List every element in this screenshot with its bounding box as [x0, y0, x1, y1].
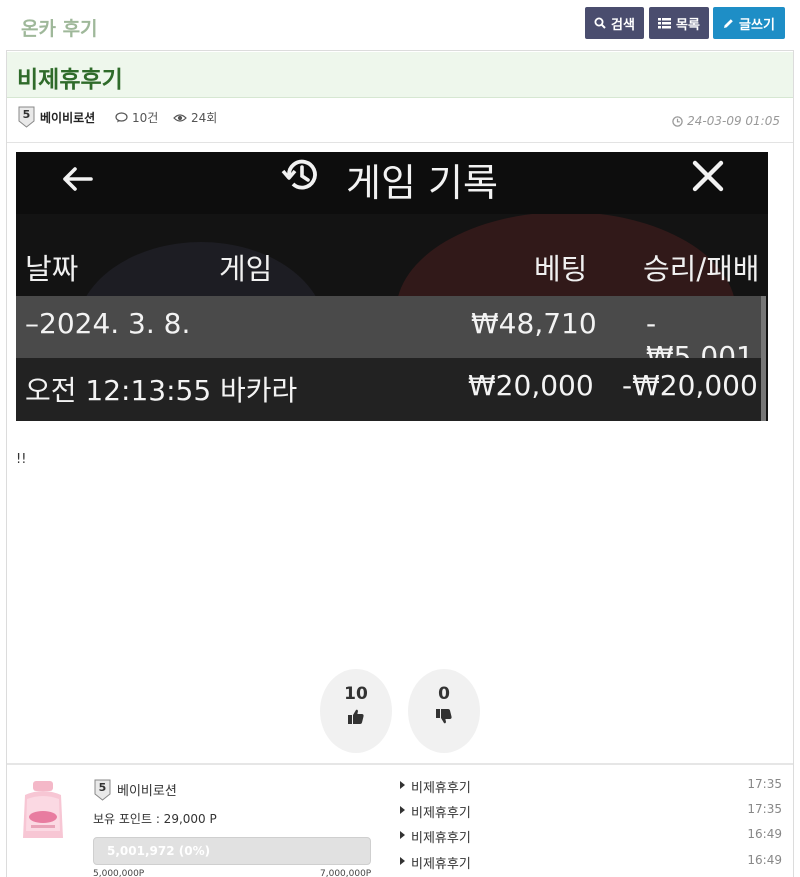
comment-count: 10건	[115, 109, 158, 126]
game-record-image: 게임 기록 날짜 게임 베팅 승리/패배 –2024. 3. 8. ₩48,71…	[16, 152, 768, 421]
close-icon	[692, 160, 724, 192]
post-body: !!	[16, 452, 27, 467]
view-count-text: 24회	[191, 111, 218, 125]
subject-bar: 비제휴후기	[7, 52, 793, 98]
recent-post-time: 17:35	[747, 802, 782, 816]
downvote-button[interactable]: 0	[408, 669, 480, 753]
column-date: 날짜	[25, 252, 79, 286]
image-scrollbar	[761, 296, 766, 421]
profile-name[interactable]: 베이비로션	[117, 780, 177, 799]
recent-post-time: 16:49	[747, 827, 782, 841]
recent-post-item[interactable]: 비제휴후기 17:35	[400, 802, 782, 824]
history-icon	[281, 159, 317, 190]
record-bet: ₩48,710	[471, 307, 597, 340]
profile-image[interactable]	[17, 781, 69, 838]
search-button[interactable]: 검색	[585, 7, 644, 39]
column-game: 게임	[219, 252, 273, 286]
level-badge-icon: 5	[18, 106, 35, 128]
upvote-button[interactable]: 10	[320, 669, 392, 753]
profile-level-number: 5	[99, 781, 107, 794]
thumbs-up-icon	[348, 709, 364, 724]
image-header: 게임 기록	[16, 152, 768, 214]
search-button-label: 검색	[611, 17, 635, 33]
board-title[interactable]: 온카 후기	[21, 14, 98, 41]
recent-post-time: 17:35	[747, 777, 782, 791]
progress-min: 5,000,000P	[93, 869, 145, 877]
footer-divider	[7, 763, 793, 765]
list-button-label: 목록	[676, 17, 700, 33]
comment-count-text: 10건	[132, 111, 159, 125]
level-number: 5	[23, 108, 31, 121]
post-date: 24-03-09 01:05	[672, 114, 780, 128]
recent-post-title[interactable]: 비제휴후기	[411, 853, 471, 872]
progress-max: 7,000,000P	[320, 869, 372, 877]
recent-post-time: 16:49	[747, 853, 782, 867]
recent-post-title[interactable]: 비제휴후기	[411, 827, 471, 846]
recent-post-item[interactable]: 비제휴후기 16:49	[400, 827, 782, 849]
record-date: –2024. 3. 8.	[25, 307, 191, 340]
image-title: 게임 기록	[346, 161, 498, 205]
post-subject: 비제휴후기	[17, 67, 123, 93]
recent-post-title[interactable]: 비제휴후기	[411, 802, 471, 821]
record-row: –2024. 3. 8. ₩48,710 -₩5,001	[16, 296, 761, 373]
list-button[interactable]: 목록	[649, 7, 709, 39]
record-row: 오전 12:13:55 바카라 ₩20,000 -₩20,000	[16, 358, 761, 421]
record-bet: ₩20,000	[468, 369, 594, 402]
board-header: 온카 후기 검색 목록 글쓰기	[0, 0, 800, 52]
record-game: 바카라	[220, 374, 298, 407]
column-bet: 베팅	[534, 252, 588, 286]
record-result: -₩20,000	[622, 369, 758, 402]
comment-icon	[115, 112, 128, 123]
level-progress-bar: 5,001,972 (0%)	[93, 837, 371, 865]
pencil-icon	[724, 18, 733, 28]
recent-post-item[interactable]: 비제휴후기 16:49	[400, 853, 782, 875]
thumbs-down-icon	[436, 709, 452, 724]
post-date-text: 24-03-09 01:05	[687, 114, 780, 128]
clock-icon	[672, 115, 683, 127]
profile-points: 보유 포인트 : 29,000 P	[93, 812, 217, 826]
author-name[interactable]: 베이비로션	[40, 109, 95, 126]
search-icon	[594, 17, 606, 29]
recent-post-title[interactable]: 비제휴후기	[411, 777, 471, 796]
upvote-count: 10	[344, 684, 368, 704]
post-meta: 5 베이비로션 10건 24회 24-03-09 01:05	[7, 98, 793, 143]
write-button[interactable]: 글쓰기	[713, 7, 785, 39]
recent-post-item[interactable]: 비제휴후기 17:35	[400, 777, 782, 799]
downvote-count: 0	[438, 684, 450, 704]
caret-right-icon	[400, 831, 405, 839]
list-icon	[658, 17, 672, 28]
column-result: 승리/패배	[643, 252, 760, 286]
level-progress-label: 5,001,972 (0%)	[107, 844, 211, 858]
profile-level-icon: 5	[94, 779, 111, 801]
caret-right-icon	[400, 806, 405, 814]
eye-icon	[173, 113, 187, 122]
caret-right-icon	[400, 781, 405, 789]
view-count: 24회	[173, 109, 217, 126]
write-button-label: 글쓰기	[739, 17, 775, 33]
back-arrow-icon	[63, 167, 93, 191]
caret-right-icon	[400, 857, 405, 865]
record-date: 오전 12:13:55	[25, 374, 212, 407]
